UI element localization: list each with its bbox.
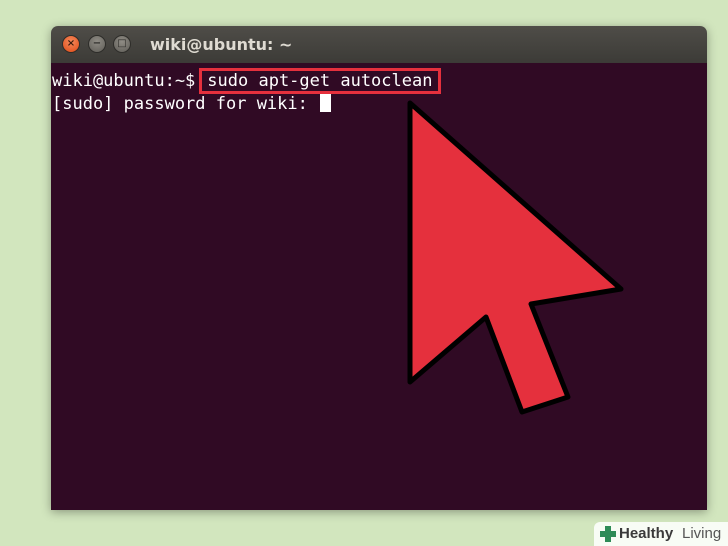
brand-watermark: Healthy Living xyxy=(594,522,728,546)
plus-icon xyxy=(600,526,616,542)
brand-name-healthy: Healthy xyxy=(619,525,674,542)
pointer-arrow-icon xyxy=(407,100,624,415)
brand-name-living: Living xyxy=(682,525,722,542)
